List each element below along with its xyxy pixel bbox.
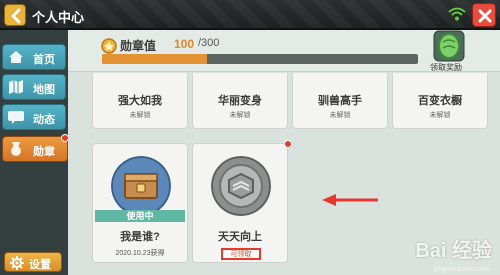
medal-date: 2020.10.23获得 <box>115 250 165 257</box>
medal-card-in-use[interactable]: 使用中 我是谁? 2020.10.23获得 <box>92 143 188 263</box>
sidebar: 首页 地图 动态 勋章 设置 <box>0 30 69 275</box>
settings-button[interactable]: 设置 <box>4 252 62 272</box>
sidebar-item-label: 动态 <box>33 114 55 126</box>
home-icon <box>9 51 23 63</box>
back-arrow-icon <box>11 8 21 24</box>
medal-status: 未解锁 <box>329 112 351 119</box>
reward-icon[interactable] <box>433 30 465 62</box>
settings-label: 设置 <box>29 259 51 271</box>
medal-status: 未解锁 <box>129 112 151 119</box>
medal-name: 我是谁? <box>120 231 160 243</box>
medal-card[interactable]: 驯兽高手 未解锁 <box>292 73 388 129</box>
watermark-url: jingyan.baidu.com <box>433 266 490 273</box>
medal-header: 勋章值 100 /300 领取奖励 <box>68 30 500 72</box>
map-icon <box>9 80 23 94</box>
wifi-icon <box>448 7 466 21</box>
sidebar-item-label: 首页 <box>33 54 55 66</box>
medal-card[interactable]: 百变衣橱 未解锁 <box>392 73 488 129</box>
locked-medal-icon <box>211 156 271 216</box>
medal-progress-fill <box>102 54 208 64</box>
watermark-logo: Bai 经验 <box>415 240 492 262</box>
medal-card[interactable]: 华丽变身 未解锁 <box>192 73 288 129</box>
sidebar-item-medal[interactable]: 勋章 <box>2 136 68 162</box>
sidebar-item-label: 地图 <box>33 84 55 96</box>
medal-status: 未解锁 <box>229 112 251 119</box>
sidebar-item-map[interactable]: 地图 <box>2 74 66 100</box>
medal-value-max: /300 <box>198 37 220 49</box>
medal-card-claimable[interactable]: 天天向上 可领取 <box>192 143 288 263</box>
medal-card[interactable]: 强大如我 未解锁 <box>92 73 188 129</box>
notification-dot <box>284 140 292 148</box>
reward-label[interactable]: 领取奖励 <box>430 62 462 73</box>
medal-status: 未解锁 <box>429 112 451 119</box>
page-title: 个人中心 <box>32 10 85 25</box>
medal-name: 华丽变身 <box>218 95 262 107</box>
sidebar-item-label: 勋章 <box>33 146 55 158</box>
medal-name: 驯兽高手 <box>318 95 362 107</box>
title-bar: 个人中心 <box>0 0 500 30</box>
close-icon <box>478 9 492 23</box>
main-panel: 勋章值 100 /300 领取奖励 强大如我 未解锁 华丽变身 未解锁 驯兽高手… <box>68 30 500 275</box>
medal-icon <box>11 142 21 156</box>
in-use-badge: 使用中 <box>95 210 185 222</box>
medal-name: 强大如我 <box>118 95 162 107</box>
gear-icon <box>10 256 24 270</box>
medal-value-current: 100 <box>174 37 195 51</box>
medal-value-icon <box>101 38 117 54</box>
medal-value-label: 勋章值 <box>120 39 157 53</box>
medal-name: 天天向上 <box>218 231 262 243</box>
sidebar-item-feed[interactable]: 动态 <box>2 104 66 130</box>
close-button[interactable] <box>472 3 496 27</box>
annotation-arrow <box>322 194 378 206</box>
chat-icon <box>8 111 24 124</box>
claim-button[interactable]: 可领取 <box>221 248 261 260</box>
sidebar-item-home[interactable]: 首页 <box>2 44 66 70</box>
medal-progress-bar <box>102 54 418 64</box>
back-button[interactable] <box>4 4 26 26</box>
box-medal-icon <box>111 156 171 216</box>
medal-name: 百变衣橱 <box>418 95 462 107</box>
